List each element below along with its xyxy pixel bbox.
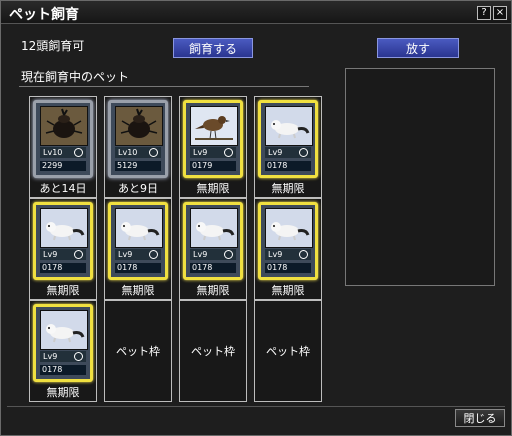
section-title: 現在飼育中のペット bbox=[21, 70, 130, 84]
pet-level: Lv10 bbox=[115, 147, 161, 158]
empty-slot-label: ペット枠 bbox=[191, 345, 235, 358]
status-circle-icon bbox=[299, 148, 308, 157]
pet-level-text: Lv9 bbox=[193, 250, 208, 259]
pet-duration: あと14日 bbox=[39, 182, 87, 195]
pet-slot[interactable]: Lv9 0178 無期限 bbox=[254, 198, 322, 300]
titlebar[interactable]: ペット飼育 ? × bbox=[1, 1, 511, 24]
pet-slot[interactable]: Lv9 0178 無期限 bbox=[254, 96, 322, 198]
pet-level-text: Lv9 bbox=[43, 250, 58, 259]
pet-card[interactable]: Lv9 0178 bbox=[258, 100, 318, 178]
ferret-icon bbox=[265, 106, 313, 146]
section-divider bbox=[19, 86, 309, 87]
pet-level: Lv10 bbox=[40, 147, 86, 158]
status-circle-icon bbox=[74, 250, 83, 259]
empty-pet-slot[interactable]: ペット枠 bbox=[104, 300, 172, 402]
pet-duration: 無期限 bbox=[271, 284, 305, 297]
empty-slot-label: ペット枠 bbox=[266, 345, 310, 358]
pet-level: Lv9 bbox=[265, 249, 311, 260]
pet-number: 0178 bbox=[265, 161, 311, 171]
status-circle-icon bbox=[299, 250, 308, 259]
pet-duration: 無期限 bbox=[46, 284, 80, 297]
pet-number: 0178 bbox=[40, 263, 86, 273]
pet-level-text: Lv9 bbox=[268, 148, 283, 157]
window-title: ペット飼育 bbox=[9, 7, 79, 23]
empty-pet-slot[interactable]: ペット枠 bbox=[179, 300, 247, 402]
pet-level-text: Lv9 bbox=[193, 148, 208, 157]
pet-duration: 無期限 bbox=[46, 386, 80, 399]
ferret-icon bbox=[40, 310, 88, 350]
beetle-icon bbox=[115, 106, 163, 146]
bird-icon bbox=[190, 106, 238, 146]
help-button[interactable]: ? bbox=[477, 6, 491, 20]
release-button[interactable]: 放す bbox=[377, 38, 459, 58]
close-button[interactable]: 閉じる bbox=[455, 409, 505, 427]
pet-card[interactable]: Lv9 0178 bbox=[33, 304, 93, 382]
pet-card[interactable]: Lv9 0178 bbox=[183, 202, 243, 280]
pet-level-text: Lv10 bbox=[43, 148, 63, 157]
pet-detail-panel bbox=[345, 68, 495, 286]
close-window-button[interactable]: × bbox=[493, 6, 507, 20]
ferret-icon bbox=[190, 208, 238, 248]
pet-level: Lv9 bbox=[115, 249, 161, 260]
ferret-icon bbox=[265, 208, 313, 248]
pet-card[interactable]: Lv9 0178 bbox=[258, 202, 318, 280]
status-circle-icon bbox=[74, 148, 83, 157]
pet-number: 0178 bbox=[190, 263, 236, 273]
status-circle-icon bbox=[149, 250, 158, 259]
pet-card[interactable]: Lv9 0178 bbox=[33, 202, 93, 280]
pet-number: 2299 bbox=[40, 161, 86, 171]
pet-number: 0179 bbox=[190, 161, 236, 171]
pet-duration: 無期限 bbox=[271, 182, 305, 195]
capacity-label: 12頭飼育可 bbox=[21, 39, 85, 53]
pet-level-text: Lv9 bbox=[268, 250, 283, 259]
pet-breeding-window: ペット飼育 ? × 12頭飼育可 飼育する 放す 現在飼育中のペット Lv10 2… bbox=[0, 0, 512, 436]
pet-slot[interactable]: Lv9 0178 無期限 bbox=[29, 198, 97, 300]
pet-level: Lv9 bbox=[190, 147, 236, 158]
pet-duration: 無期限 bbox=[196, 284, 230, 297]
empty-pet-slot[interactable]: ペット枠 bbox=[254, 300, 322, 402]
pet-level: Lv9 bbox=[40, 249, 86, 260]
beetle-icon bbox=[40, 106, 88, 146]
pet-number: 0178 bbox=[265, 263, 311, 273]
pet-number: 0178 bbox=[40, 365, 86, 375]
pet-slot[interactable]: Lv9 0179 無期限 bbox=[179, 96, 247, 198]
breed-button[interactable]: 飼育する bbox=[173, 38, 253, 58]
pet-duration: 無期限 bbox=[121, 284, 155, 297]
pet-duration: あと9日 bbox=[118, 182, 158, 195]
ferret-icon bbox=[115, 208, 163, 248]
footer-divider bbox=[7, 406, 505, 407]
pet-slot[interactable]: Lv10 2299 あと14日 bbox=[29, 96, 97, 198]
pet-slot[interactable]: Lv9 0178 無期限 bbox=[29, 300, 97, 402]
pet-card[interactable]: Lv9 0179 bbox=[183, 100, 243, 178]
pet-slot[interactable]: Lv10 5129 あと9日 bbox=[104, 96, 172, 198]
status-circle-icon bbox=[224, 250, 233, 259]
status-circle-icon bbox=[74, 352, 83, 361]
pet-level: Lv9 bbox=[40, 351, 86, 362]
pet-card[interactable]: Lv10 2299 bbox=[33, 100, 93, 178]
pet-slot[interactable]: Lv9 0178 無期限 bbox=[179, 198, 247, 300]
pet-number: 0178 bbox=[115, 263, 161, 273]
status-circle-icon bbox=[224, 148, 233, 157]
pet-card[interactable]: Lv9 0178 bbox=[108, 202, 168, 280]
pet-number: 5129 bbox=[115, 161, 161, 171]
pet-card[interactable]: Lv10 5129 bbox=[108, 100, 168, 178]
ferret-icon bbox=[40, 208, 88, 248]
pet-level-text: Lv9 bbox=[43, 352, 58, 361]
empty-slot-label: ペット枠 bbox=[116, 345, 160, 358]
pet-duration: 無期限 bbox=[196, 182, 230, 195]
pet-level-text: Lv9 bbox=[118, 250, 133, 259]
pet-level: Lv9 bbox=[190, 249, 236, 260]
pet-slot[interactable]: Lv9 0178 無期限 bbox=[104, 198, 172, 300]
status-circle-icon bbox=[149, 148, 158, 157]
pet-level-text: Lv10 bbox=[118, 148, 138, 157]
pet-level: Lv9 bbox=[265, 147, 311, 158]
